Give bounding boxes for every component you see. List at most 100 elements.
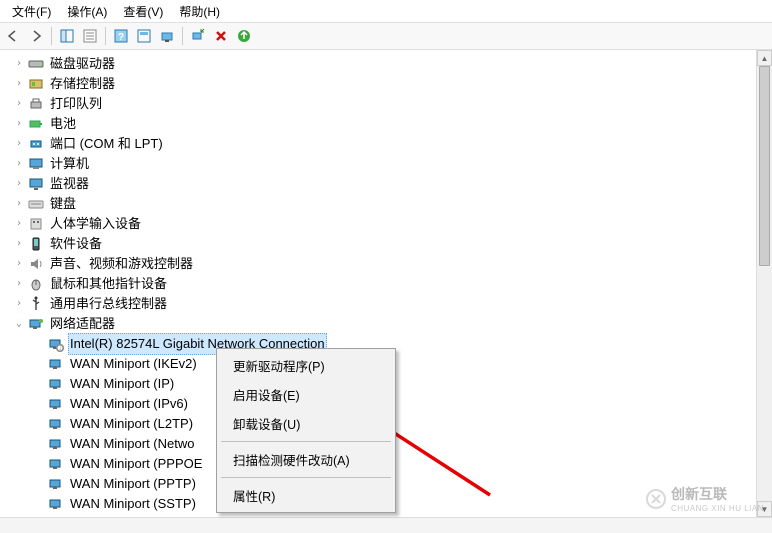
keyboard-icon — [28, 196, 44, 212]
expander-icon[interactable]: › — [12, 254, 26, 274]
tree-label: 键盘 — [48, 194, 78, 214]
tree-node-usb-controllers[interactable]: › 通用串行总线控制器 — [12, 294, 772, 314]
network-adapter-icon — [48, 436, 64, 452]
tree-node-keyboards[interactable]: › 键盘 — [12, 194, 772, 214]
hid-icon — [28, 216, 44, 232]
tree-label: WAN Miniport (L2TP) — [68, 414, 195, 434]
audio-icon — [28, 256, 44, 272]
tree-label: WAN Miniport (IKEv2) — [68, 354, 199, 374]
menu-view[interactable]: 查看(V) — [115, 1, 171, 22]
expander-icon[interactable]: › — [12, 174, 26, 194]
menu-properties[interactable]: 属性(R) — [219, 481, 393, 510]
tree-node-hid[interactable]: › 人体学输入设备 — [12, 214, 772, 234]
tree-label: 软件设备 — [48, 234, 104, 254]
scan-button[interactable] — [187, 25, 209, 47]
battery-icon — [28, 116, 44, 132]
tree-node-ports[interactable]: › 端口 (COM 和 LPT) — [12, 134, 772, 154]
properties-button[interactable] — [79, 25, 101, 47]
scroll-down-button[interactable]: ▼ — [757, 501, 772, 517]
network-adapter-icon — [48, 476, 64, 492]
context-menu: 更新驱动程序(P) 启用设备(E) 卸载设备(U) 扫描检测硬件改动(A) 属性… — [216, 348, 396, 513]
menu-separator — [221, 477, 391, 478]
expander-icon[interactable]: › — [12, 214, 26, 234]
svg-text:?: ? — [118, 32, 124, 43]
network-adapter-disabled-icon: ↓ — [48, 336, 64, 352]
tree-label: 监视器 — [48, 174, 91, 194]
network-adapter-icon — [48, 356, 64, 372]
expander-icon[interactable]: › — [12, 54, 26, 74]
menu-action[interactable]: 操作(A) — [59, 1, 115, 22]
tree-label: WAN Miniport (SSTP) — [68, 494, 198, 514]
menubar: 文件(F) 操作(A) 查看(V) 帮助(H) — [0, 0, 772, 22]
expander-icon[interactable]: ⌄ — [12, 314, 26, 334]
expander-icon[interactable]: › — [12, 74, 26, 94]
action-button[interactable] — [133, 25, 155, 47]
network-adapter-icon — [48, 396, 64, 412]
tree-node-mice[interactable]: › 鼠标和其他指针设备 — [12, 274, 772, 294]
scroll-thumb[interactable] — [759, 66, 770, 266]
show-hide-tree-button[interactable] — [56, 25, 78, 47]
expander-icon[interactable]: › — [12, 114, 26, 134]
expander-icon[interactable]: › — [12, 134, 26, 154]
vertical-scrollbar[interactable]: ▲ ▼ — [756, 50, 772, 517]
tree-label: WAN Miniport (PPTP) — [68, 474, 198, 494]
tree-label: 鼠标和其他指针设备 — [48, 274, 169, 294]
menu-file[interactable]: 文件(F) — [4, 1, 59, 22]
forward-button[interactable] — [25, 25, 47, 47]
software-device-icon — [28, 236, 44, 252]
network-adapter-icon — [48, 456, 64, 472]
computer-icon — [28, 156, 44, 172]
usb-icon — [28, 296, 44, 312]
port-icon — [28, 136, 44, 152]
expander-icon[interactable]: › — [12, 234, 26, 254]
tree-node-audio[interactable]: › 声音、视频和游戏控制器 — [12, 254, 772, 274]
printer-icon — [28, 96, 44, 112]
expander-icon[interactable]: › — [12, 94, 26, 114]
monitor-icon — [28, 176, 44, 192]
scroll-up-button[interactable]: ▲ — [757, 50, 772, 66]
tree-node-disk-drives[interactable]: › 磁盘驱动器 — [12, 54, 772, 74]
tree-node-software-devices[interactable]: › 软件设备 — [12, 234, 772, 254]
storage-controller-icon — [28, 76, 44, 92]
expander-icon[interactable]: › — [12, 274, 26, 294]
expander-icon[interactable]: › — [12, 194, 26, 214]
tree-label: 电池 — [48, 114, 78, 134]
tree-label: 通用串行总线控制器 — [48, 294, 169, 314]
network-adapter-icon — [48, 416, 64, 432]
tree-node-batteries[interactable]: › 电池 — [12, 114, 772, 134]
tree-node-storage-controllers[interactable]: › 存储控制器 — [12, 74, 772, 94]
svg-text:↓: ↓ — [59, 346, 62, 352]
help-button[interactable]: ? — [110, 25, 132, 47]
menu-help[interactable]: 帮助(H) — [171, 1, 228, 22]
tree-label: 端口 (COM 和 LPT) — [48, 134, 165, 154]
menu-uninstall-device[interactable]: 卸载设备(U) — [219, 409, 393, 438]
tree-label: 磁盘驱动器 — [48, 54, 117, 74]
expander-icon[interactable]: › — [12, 294, 26, 314]
back-button[interactable] — [2, 25, 24, 47]
tree-label: 存储控制器 — [48, 74, 117, 94]
tree-label: 计算机 — [48, 154, 91, 174]
delete-button[interactable] — [210, 25, 232, 47]
tree-label: 人体学输入设备 — [48, 214, 143, 234]
tree-label: WAN Miniport (Netwo — [68, 434, 196, 454]
tree-node-computer[interactable]: › 计算机 — [12, 154, 772, 174]
menu-update-driver[interactable]: 更新驱动程序(P) — [219, 351, 393, 380]
tree-node-network-adapters[interactable]: ⌄网络适配器 — [12, 314, 772, 334]
tree-label: WAN Miniport (PPPOE — [68, 454, 204, 474]
update-button[interactable] — [233, 25, 255, 47]
view-button[interactable] — [156, 25, 178, 47]
mouse-icon — [28, 276, 44, 292]
menu-separator — [221, 441, 391, 442]
menu-enable-device[interactable]: 启用设备(E) — [219, 380, 393, 409]
tree-label: WAN Miniport (IP) — [68, 374, 176, 394]
statusbar — [0, 517, 772, 533]
tree-node-monitors[interactable]: › 监视器 — [12, 174, 772, 194]
tree-label: 声音、视频和游戏控制器 — [48, 254, 195, 274]
network-icon — [28, 316, 44, 332]
toolbar: ? — [0, 22, 772, 50]
tree-node-print-queues[interactable]: › 打印队列 — [12, 94, 772, 114]
tree-label: 打印队列 — [48, 94, 104, 114]
expander-icon[interactable]: › — [12, 154, 26, 174]
menu-scan-hardware[interactable]: 扫描检测硬件改动(A) — [219, 445, 393, 474]
network-adapter-icon — [48, 496, 64, 512]
